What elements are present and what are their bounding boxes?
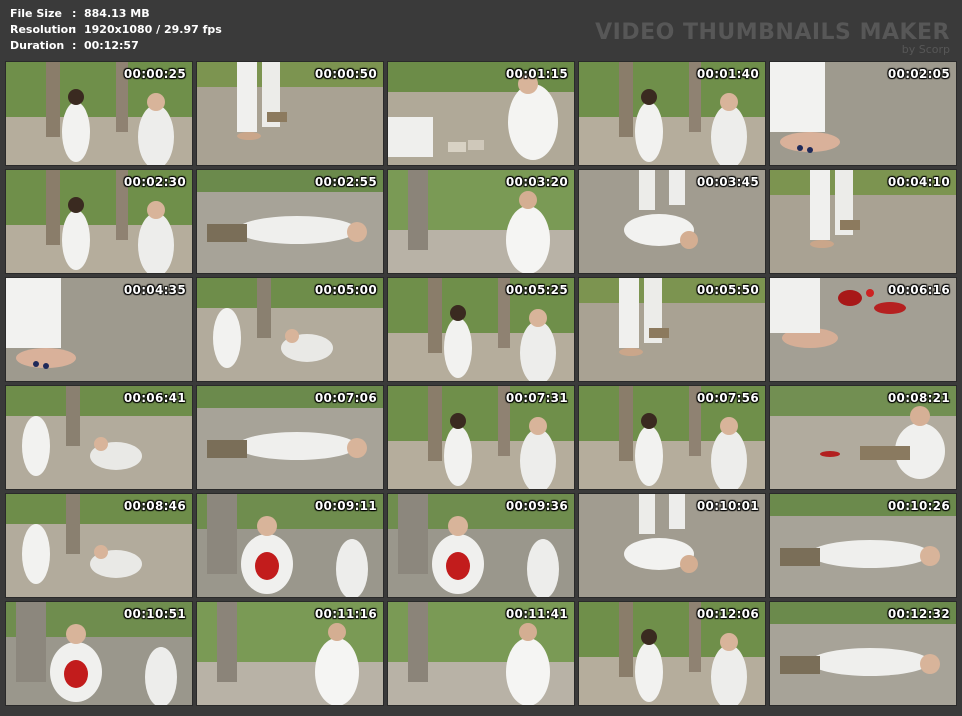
file-info-panel: File Size : 884.13 MB Resolution : 1920x… — [10, 6, 222, 54]
video-thumbnail: 00:11:16 — [196, 601, 384, 706]
thumbnail-timestamp: 00:05:50 — [696, 283, 759, 297]
video-thumbnail: 00:11:41 — [387, 601, 575, 706]
video-thumbnail: 00:07:06 — [196, 385, 384, 490]
video-thumbnail: 00:04:10 — [769, 169, 957, 274]
duration-separator: : — [72, 39, 77, 52]
video-thumbnail: 00:03:45 — [578, 169, 766, 274]
video-thumbnail: 00:12:06 — [578, 601, 766, 706]
thumbnail-timestamp: 00:09:36 — [505, 499, 568, 513]
thumbnail-timestamp: 00:12:06 — [696, 607, 759, 621]
thumbnail-timestamp: 00:07:31 — [505, 391, 568, 405]
video-thumbnail: 00:00:50 — [196, 61, 384, 166]
file-size-label: File Size — [10, 7, 62, 20]
video-thumbnail: 00:06:41 — [5, 385, 193, 490]
thumbnail-timestamp: 00:07:06 — [314, 391, 377, 405]
video-thumbnail: 00:06:16 — [769, 277, 957, 382]
file-size-separator: : — [72, 7, 77, 20]
resolution-row: Resolution : 1920x1080 / 29.97 fps — [10, 22, 222, 38]
video-thumbnail: 00:02:05 — [769, 61, 957, 166]
resolution-value: 1920x1080 / 29.97 fps — [84, 23, 222, 36]
thumbnail-timestamp: 00:05:25 — [505, 283, 568, 297]
thumbnail-timestamp: 00:09:11 — [314, 499, 377, 513]
thumbnail-timestamp: 00:06:16 — [887, 283, 950, 297]
thumbnail-timestamp: 00:06:41 — [123, 391, 186, 405]
duration-label: Duration — [10, 39, 65, 52]
video-thumbnail: 00:12:32 — [769, 601, 957, 706]
video-thumbnail: 00:09:11 — [196, 493, 384, 598]
duration-value: 00:12:57 — [84, 39, 139, 52]
thumbnail-timestamp: 00:10:51 — [123, 607, 186, 621]
thumbnail-timestamp: 00:01:15 — [505, 67, 568, 81]
video-thumbnail: 00:02:55 — [196, 169, 384, 274]
file-size-value: 884.13 MB — [84, 7, 150, 20]
video-thumbnail: 00:05:00 — [196, 277, 384, 382]
resolution-label: Resolution — [10, 23, 77, 36]
thumbnail-timestamp: 00:10:01 — [696, 499, 759, 513]
thumbnail-timestamp: 00:03:45 — [696, 175, 759, 189]
thumbnail-timestamp: 00:11:41 — [505, 607, 568, 621]
video-thumbnail: 00:09:36 — [387, 493, 575, 598]
thumbnail-timestamp: 00:10:26 — [887, 499, 950, 513]
video-thumbnail: 00:05:50 — [578, 277, 766, 382]
video-thumbnail: 00:08:21 — [769, 385, 957, 490]
thumbnail-timestamp: 00:01:40 — [696, 67, 759, 81]
video-thumbnail: 00:05:25 — [387, 277, 575, 382]
thumbnail-timestamp: 00:02:30 — [123, 175, 186, 189]
video-thumbnail: 00:08:46 — [5, 493, 193, 598]
thumbnail-timestamp: 00:02:05 — [887, 67, 950, 81]
resolution-separator: : — [72, 23, 77, 36]
video-thumbnail: 00:02:30 — [5, 169, 193, 274]
thumbnail-timestamp: 00:12:32 — [887, 607, 950, 621]
video-thumbnail: 00:00:25 — [5, 61, 193, 166]
thumbnail-timestamp: 00:07:56 — [696, 391, 759, 405]
video-thumbnail: 00:10:26 — [769, 493, 957, 598]
video-thumbnail: 00:04:35 — [5, 277, 193, 382]
file-size-row: File Size : 884.13 MB — [10, 6, 222, 22]
thumbnail-timestamp: 00:08:21 — [887, 391, 950, 405]
thumbnail-timestamp: 00:00:25 — [123, 67, 186, 81]
thumbnail-timestamp: 00:04:35 — [123, 283, 186, 297]
video-thumbnail: 00:10:01 — [578, 493, 766, 598]
watermark: VIDEO THUMBNAILS MAKER by Scorp — [595, 20, 950, 56]
thumbnail-timestamp: 00:04:10 — [887, 175, 950, 189]
thumbnail-timestamp: 00:03:20 — [505, 175, 568, 189]
thumbnail-timestamp: 00:00:50 — [314, 67, 377, 81]
thumbnail-timestamp: 00:11:16 — [314, 607, 377, 621]
video-thumbnail: 00:01:40 — [578, 61, 766, 166]
video-thumbnail: 00:10:51 — [5, 601, 193, 706]
thumbnail-timestamp: 00:02:55 — [314, 175, 377, 189]
watermark-title: VIDEO THUMBNAILS MAKER — [595, 20, 950, 45]
duration-row: Duration : 00:12:57 — [10, 38, 222, 54]
video-thumbnail: 00:07:31 — [387, 385, 575, 490]
video-thumbnail: 00:07:56 — [578, 385, 766, 490]
thumbnail-timestamp: 00:08:46 — [123, 499, 186, 513]
thumbnail-timestamp: 00:05:00 — [314, 283, 377, 297]
thumbnail-grid: 00:00:25 00:00:50 00:01:15 00:01:40 00:02:05… — [5, 61, 957, 706]
video-thumbnail: 00:03:20 — [387, 169, 575, 274]
video-thumbnail: 00:01:15 — [387, 61, 575, 166]
